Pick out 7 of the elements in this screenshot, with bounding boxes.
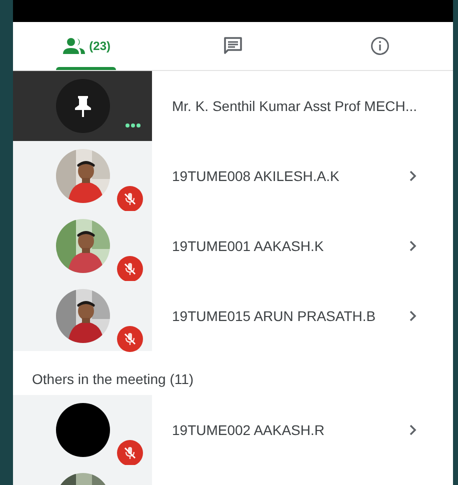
participant-name: 19TUME015 ARUN PRASATH.B [172, 308, 376, 324]
tab[interactable]: (23) [13, 22, 160, 70]
participant-name: Mr. K. Senthil Kumar Asst Prof MECH... [172, 98, 418, 114]
participant-name: 19TUME001 AAKASH.K [172, 238, 324, 254]
participant-name: 19TUME008 AKILESH.A.K [172, 168, 340, 184]
section-heading: Others in the meeting (11) [32, 371, 194, 387]
participant-name: 19TUME002 AAKASH.R [172, 422, 325, 438]
